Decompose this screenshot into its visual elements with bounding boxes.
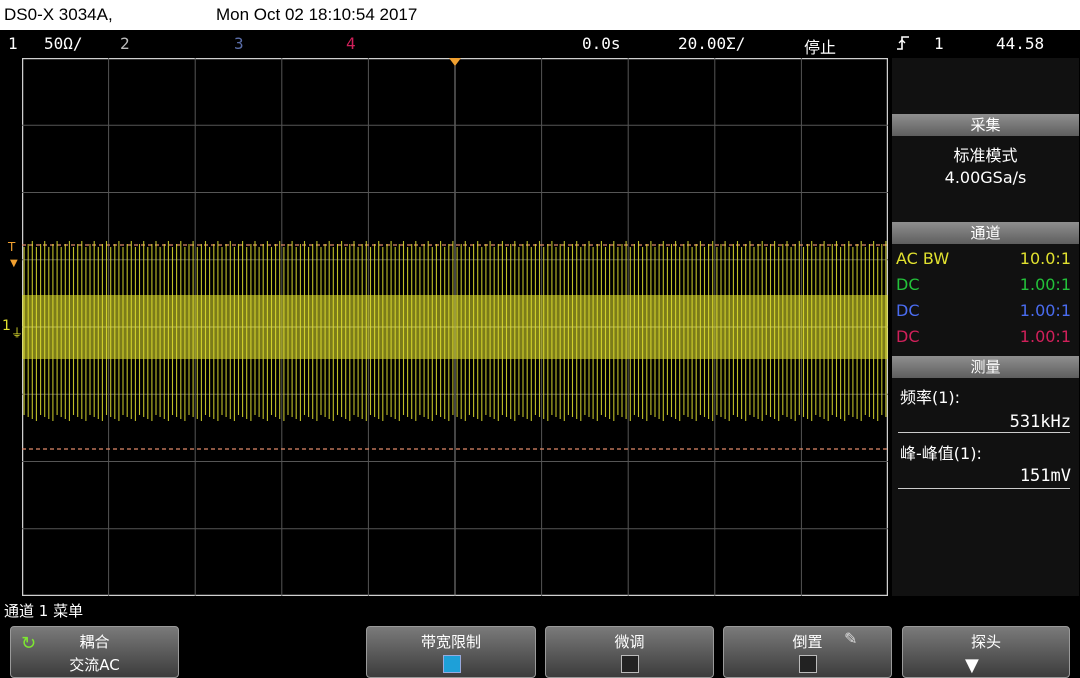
ch4-coupling: DC xyxy=(896,327,920,346)
channel-row-1: AC BW 10.0:1 xyxy=(892,246,1079,272)
channel-row-4: DC 1.00:1 xyxy=(892,324,1079,350)
measure-vpp-label: 峰-峰值(1): xyxy=(900,444,982,463)
trigger-edge-icon xyxy=(896,34,910,56)
knob-icon: ✎ xyxy=(844,629,858,648)
run-state[interactable]: 停止 xyxy=(804,34,836,58)
bw-limit-checkbox[interactable] xyxy=(443,655,461,673)
model-label: DS0-X 3034A, xyxy=(4,5,113,24)
trigger-level[interactable]: 44.58 xyxy=(996,34,1044,53)
measure-divider-1 xyxy=(898,432,1070,433)
sample-rate: 4.00GSa/s xyxy=(944,168,1027,187)
channel-status-bar: 1 50Ω/ 2 3 4 0.0s 20.00Σ/ 停止 1 44.58 xyxy=(0,30,1080,58)
bw-limit-softkey[interactable]: 带宽限制 xyxy=(366,626,536,678)
coupling-softkey[interactable]: ↻ 耦合 交流AC xyxy=(10,626,179,678)
ch4-number[interactable]: 4 xyxy=(346,34,356,53)
trigger-arrow-icon: ▼ xyxy=(10,258,18,269)
submenu-arrow-icon: ▼ xyxy=(965,655,979,676)
ch2-probe: 1.00:1 xyxy=(1019,275,1071,294)
ch3-probe: 1.00:1 xyxy=(1019,301,1071,320)
time-scale[interactable]: 20.00Σ/ xyxy=(678,34,745,53)
invert-softkey[interactable]: 倒置 ✎ xyxy=(723,626,892,678)
invert-checkbox[interactable] xyxy=(799,655,817,673)
acquisition-mode: 标准模式 xyxy=(953,146,1018,165)
trigger-channel[interactable]: 1 xyxy=(934,34,944,53)
time-delay[interactable]: 0.0s xyxy=(582,34,621,53)
ch1-coupling: AC BW xyxy=(896,249,950,268)
measure-divider-2 xyxy=(898,488,1070,489)
measure-vpp-value: 151mV xyxy=(1019,466,1071,486)
ground-icon: ⏚ xyxy=(11,326,24,340)
channel-row-3: DC 1.00:1 xyxy=(892,298,1079,324)
ch2-coupling: DC xyxy=(896,275,920,294)
measure-freq-label: 频率(1): xyxy=(900,388,961,407)
rotate-knob-icon: ↻ xyxy=(21,633,37,654)
channels-title: 通道 xyxy=(892,222,1079,244)
fine-softkey[interactable]: 微调 xyxy=(545,626,714,678)
fine-label: 微调 xyxy=(614,633,645,651)
ch1-ground-marker[interactable]: 1 xyxy=(2,318,11,334)
trigger-level-marker[interactable]: T xyxy=(8,240,15,254)
invert-label: 倒置 xyxy=(792,633,823,651)
ch4-probe: 1.00:1 xyxy=(1019,327,1071,346)
channel-row-2: DC 1.00:1 xyxy=(892,272,1079,298)
probe-label: 探头 xyxy=(970,633,1001,651)
bw-limit-label: 带宽限制 xyxy=(420,633,481,651)
softkey-menu-title: 通道 1 菜单 xyxy=(4,602,84,620)
ch1-probe: 10.0:1 xyxy=(1019,249,1071,268)
ch3-number[interactable]: 3 xyxy=(234,34,244,53)
waveform-display[interactable] xyxy=(22,58,888,596)
top-info-bar: DS0-X 3034A, Mon Oct 02 18:10:54 2017 xyxy=(0,0,1080,30)
trigger-position-marker xyxy=(449,58,461,66)
measure-title: 测量 xyxy=(892,356,1079,378)
ch2-number[interactable]: 2 xyxy=(120,34,130,53)
measure-freq-value: 531kHz xyxy=(1009,412,1071,432)
info-panel: 采集 标准模式 4.00GSa/s 通道 AC BW 10.0:1 DC 1.0… xyxy=(892,58,1079,596)
ch1-scale[interactable]: 50Ω/ xyxy=(44,34,83,53)
scope-graticule xyxy=(22,58,888,596)
probe-softkey[interactable]: 探头 ▼ xyxy=(902,626,1070,678)
ch1-number[interactable]: 1 xyxy=(8,34,18,53)
fine-checkbox[interactable] xyxy=(621,655,639,673)
ch3-coupling: DC xyxy=(896,301,920,320)
coupling-value: 交流AC xyxy=(69,656,120,674)
acquisition-title: 采集 xyxy=(892,114,1079,136)
datetime-label: Mon Oct 02 18:10:54 2017 xyxy=(216,5,418,24)
